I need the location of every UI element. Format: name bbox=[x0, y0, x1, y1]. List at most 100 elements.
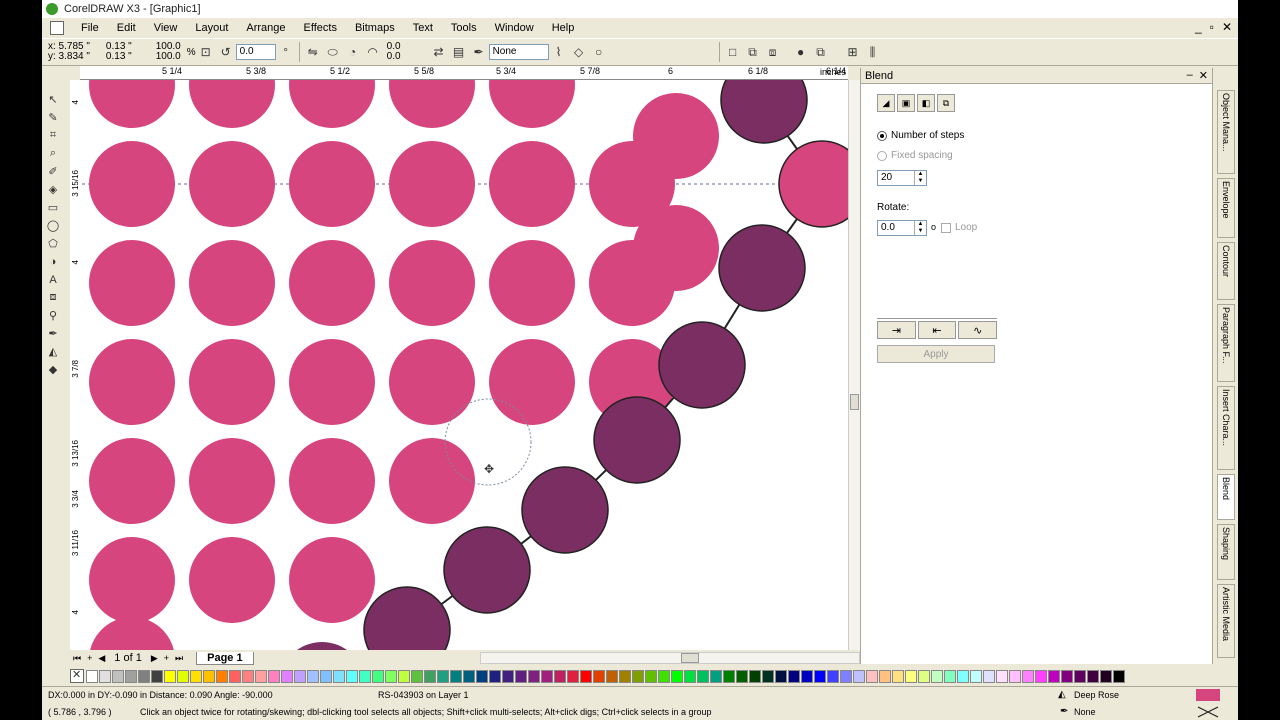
ungroup-icon[interactable]: ⧈ bbox=[765, 44, 781, 60]
palette-swatch[interactable] bbox=[411, 669, 423, 683]
pink-circle[interactable] bbox=[389, 240, 475, 326]
number-of-steps-option[interactable]: Number of steps bbox=[877, 130, 964, 141]
tab-paragraph-formatting[interactable]: Paragraph F... bbox=[1217, 304, 1235, 382]
palette-swatch[interactable] bbox=[476, 669, 488, 683]
palette-swatch[interactable] bbox=[294, 669, 306, 683]
pink-circle[interactable] bbox=[289, 537, 375, 623]
palette-swatch[interactable] bbox=[502, 669, 514, 683]
menu-layout[interactable]: Layout bbox=[186, 22, 237, 34]
pink-circle[interactable] bbox=[89, 617, 175, 650]
prev-page-button[interactable]: ◀ bbox=[98, 653, 105, 664]
palette-swatch[interactable] bbox=[515, 669, 527, 683]
palette-swatch[interactable] bbox=[398, 669, 410, 683]
wrap-select[interactable]: None bbox=[488, 44, 549, 60]
tab-contour[interactable]: Contour bbox=[1217, 242, 1235, 300]
pink-circle[interactable] bbox=[389, 438, 475, 524]
palette-swatch[interactable] bbox=[112, 669, 124, 683]
number-of-steps-radio[interactable] bbox=[877, 130, 887, 141]
palette-swatch[interactable] bbox=[333, 669, 345, 683]
basic-shapes-tool-icon[interactable]: ◑ bbox=[43, 253, 63, 270]
palette-swatch[interactable] bbox=[385, 669, 397, 683]
menu-bitmaps[interactable]: Bitmaps bbox=[346, 22, 404, 34]
palette-swatch[interactable] bbox=[1022, 669, 1034, 683]
palette-swatch[interactable] bbox=[996, 669, 1008, 683]
palette-swatch[interactable] bbox=[879, 669, 891, 683]
spinner-arrows-icon[interactable]: ▲ ▼ bbox=[914, 171, 926, 185]
palette-swatch[interactable] bbox=[203, 669, 215, 683]
palette-swatch[interactable] bbox=[814, 669, 826, 683]
blend-end-icon[interactable]: ⇤ bbox=[917, 321, 957, 339]
scale-y-field[interactable]: 100.0 bbox=[156, 52, 181, 62]
palette-swatch[interactable] bbox=[853, 669, 865, 683]
blend-step-circle[interactable] bbox=[521, 466, 609, 554]
palette-swatch[interactable] bbox=[307, 669, 319, 683]
pink-circle[interactable] bbox=[289, 141, 375, 227]
palette-swatch[interactable] bbox=[372, 669, 384, 683]
pink-circle[interactable] bbox=[389, 339, 475, 425]
add-page-button[interactable]: + bbox=[87, 653, 92, 663]
interactive-fill-tool-icon[interactable]: ◆ bbox=[43, 361, 63, 378]
palette-swatch[interactable] bbox=[1113, 669, 1125, 683]
fixed-spacing-option[interactable]: Fixed spacing bbox=[877, 150, 953, 161]
pink-circle[interactable] bbox=[89, 80, 175, 128]
interactive-blend-tool-icon[interactable]: ⧈ bbox=[43, 289, 63, 306]
pink-circle[interactable] bbox=[89, 240, 175, 326]
rotate-spinner[interactable]: 0.0 ▲ ▼ bbox=[877, 220, 927, 236]
steps-spinner[interactable]: 20 ▲ ▼ bbox=[877, 170, 927, 186]
palette-swatch[interactable] bbox=[684, 669, 696, 683]
last-page-button[interactable]: ⏭ bbox=[175, 653, 183, 664]
palette-swatch[interactable] bbox=[528, 669, 540, 683]
no-color-swatch[interactable] bbox=[70, 668, 84, 683]
menu-help[interactable]: Help bbox=[543, 22, 584, 34]
loop-checkbox[interactable] bbox=[941, 222, 951, 233]
palette-swatch[interactable] bbox=[216, 669, 228, 683]
palette-swatch[interactable] bbox=[242, 669, 254, 683]
palette-swatch[interactable] bbox=[125, 669, 137, 683]
skew-y-field[interactable]: 0.0 bbox=[387, 52, 401, 62]
pink-circle[interactable] bbox=[89, 141, 175, 227]
palette-swatch[interactable] bbox=[931, 669, 943, 683]
pink-circle[interactable] bbox=[633, 93, 719, 179]
vertical-scrollbar[interactable] bbox=[848, 80, 860, 650]
spinner-arrows-icon[interactable]: ▲ ▼ bbox=[914, 221, 926, 235]
palette-swatch[interactable] bbox=[775, 669, 787, 683]
shape-arc-icon[interactable]: ◠ bbox=[365, 44, 381, 60]
crop-tool-icon[interactable]: ⌗ bbox=[43, 127, 63, 144]
convert-curves-icon[interactable]: ⌇ bbox=[551, 44, 567, 60]
pink-circle[interactable] bbox=[189, 339, 275, 425]
pink-circle[interactable] bbox=[189, 240, 275, 326]
shape-pie-icon[interactable]: ◔ bbox=[345, 44, 361, 60]
text-tool-icon[interactable]: A bbox=[43, 271, 63, 288]
blend-end-circle[interactable] bbox=[778, 140, 848, 228]
menu-edit[interactable]: Edit bbox=[108, 22, 145, 34]
minimize-button[interactable]: _ bbox=[1195, 20, 1202, 34]
palette-swatch[interactable] bbox=[593, 669, 605, 683]
palette-swatch[interactable] bbox=[346, 669, 358, 683]
fill-tool-icon[interactable]: ◭ bbox=[43, 343, 63, 360]
palette-swatch[interactable] bbox=[788, 669, 800, 683]
vertical-scroll-thumb[interactable] bbox=[850, 394, 859, 410]
palette-swatch[interactable] bbox=[99, 669, 111, 683]
tab-insert-character[interactable]: Insert Chara... bbox=[1217, 386, 1235, 470]
fill-color-swatch[interactable] bbox=[1196, 689, 1220, 701]
blend-step-circle[interactable] bbox=[718, 224, 806, 312]
palette-swatch[interactable] bbox=[892, 669, 904, 683]
shape-tool-icon[interactable]: ✎ bbox=[43, 109, 63, 126]
wrap-paragraph-icon[interactable]: ▤ bbox=[451, 44, 467, 60]
pink-circle[interactable] bbox=[89, 339, 175, 425]
palette-swatch[interactable] bbox=[255, 669, 267, 683]
mirror-icon[interactable]: ⇋ bbox=[305, 44, 321, 60]
pink-circle[interactable] bbox=[489, 141, 575, 227]
blend-step-circle[interactable] bbox=[363, 586, 451, 650]
pink-circle[interactable] bbox=[489, 339, 575, 425]
next-page-button[interactable]: ▶ bbox=[151, 653, 158, 664]
palette-swatch[interactable] bbox=[749, 669, 761, 683]
palette-swatch[interactable] bbox=[1074, 669, 1086, 683]
loop-option[interactable]: Loop bbox=[941, 222, 977, 233]
palette-swatch[interactable] bbox=[710, 669, 722, 683]
palette-swatch[interactable] bbox=[762, 669, 774, 683]
record-icon[interactable]: ● bbox=[793, 44, 809, 60]
palette-swatch[interactable] bbox=[281, 669, 293, 683]
menu-arrange[interactable]: Arrange bbox=[237, 22, 294, 34]
pink-circle[interactable] bbox=[289, 240, 375, 326]
